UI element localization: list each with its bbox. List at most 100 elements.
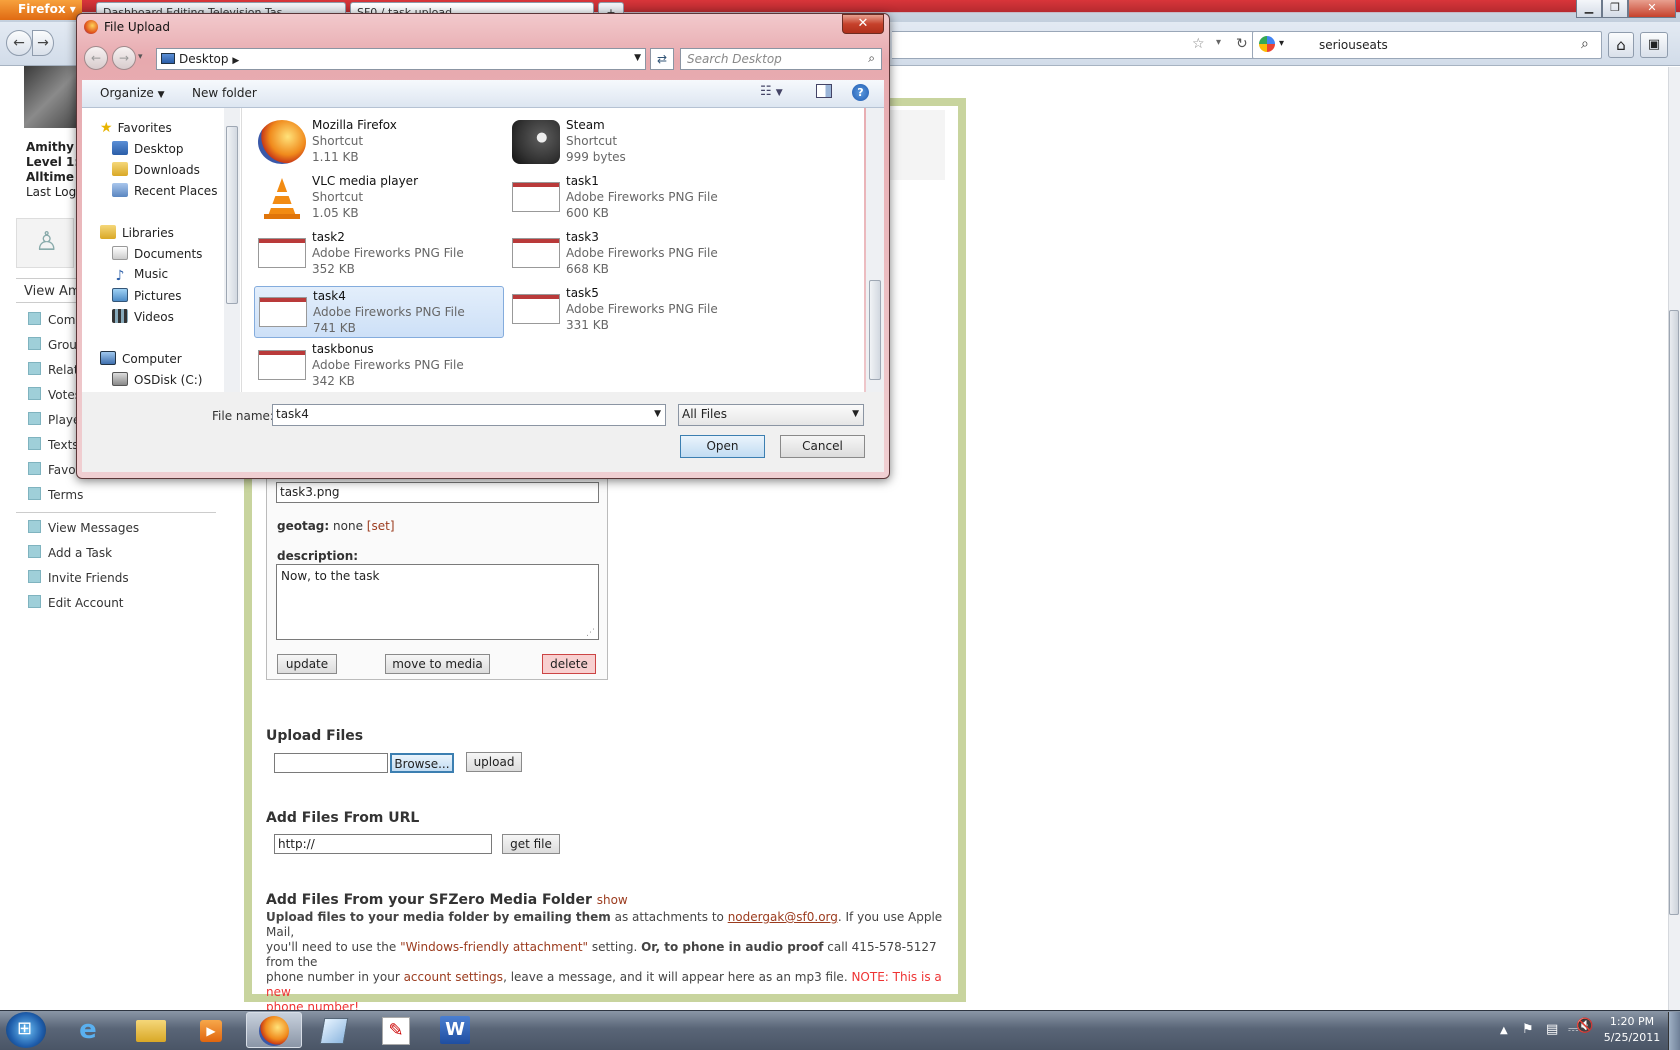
nav-videos[interactable]: Videos [112,309,174,324]
new-folder-button[interactable]: New folder [192,86,257,100]
dialog-search-input[interactable]: Search Desktop ⌕ [680,48,882,70]
media-filename-field[interactable]: task3.png [276,482,599,503]
nav-computer[interactable]: Computer [100,351,182,366]
sidebar-link-add-task[interactable]: Add a Task [28,545,112,560]
user-avatar[interactable] [24,66,80,128]
search-input[interactable]: ▾ seriouseats ⌕ [1252,31,1602,59]
media-show-link[interactable]: show [597,893,628,907]
home-button[interactable]: ⌂ [1608,32,1634,58]
taskbar-ie[interactable]: e [60,1012,116,1048]
file-item-task5[interactable]: task5 Adobe Fireworks PNG File 331 KB [508,284,758,336]
view-section-heading[interactable]: View Am [24,284,81,299]
action-center-flag-icon[interactable]: ⚑ [1522,1022,1534,1037]
cancel-button[interactable]: Cancel [780,435,865,458]
change-view-button[interactable]: ☷ ▼ [760,84,783,99]
nav-downloads[interactable]: Downloads [112,162,200,177]
search-engine-dropdown-icon[interactable]: ▾ [1279,38,1284,49]
delete-button[interactable]: delete [542,654,596,674]
description-textarea[interactable]: Now, to the task ⋰ [276,564,599,640]
upload-button[interactable]: upload [466,752,522,772]
sidebar-link-terms[interactable]: Terms [28,487,83,502]
update-button[interactable]: update [277,654,337,674]
taskbar-word[interactable]: W [428,1012,484,1048]
nav-pane-scrollbar[interactable] [224,108,240,392]
browse-button[interactable]: Browse... [390,753,454,773]
dialog-back-button[interactable]: ← [84,46,108,70]
dialog-close-button[interactable]: ✕ [842,14,884,34]
restore-button[interactable]: ❐ [1602,0,1628,18]
taskbar-media-player[interactable]: ▶ [182,1012,238,1048]
recent-locations-icon[interactable]: ▾ [138,52,143,62]
geotag-set-link[interactable]: [set] [367,519,395,533]
nav-favorites[interactable]: ★ Favorites [100,120,172,136]
account-settings-link[interactable]: account settings [404,970,503,984]
nav-pictures[interactable]: Pictures [112,288,182,303]
move-to-media-button[interactable]: move to media [385,654,490,674]
sidebar-link[interactable]: Grou [28,337,77,352]
taskbar-firefox[interactable] [246,1012,302,1048]
nav-osdisk[interactable]: OSDisk (C:) [112,372,202,387]
file-item-taskbonus[interactable]: taskbonus Adobe Fireworks PNG File 342 KB [254,340,504,392]
file-item-firefox[interactable]: Mozilla Firefox Shortcut 1.11 KB [254,116,504,168]
organize-button[interactable]: Organize ▼ [100,86,165,100]
forward-button[interactable]: → [32,30,54,56]
sidebar-link[interactable]: Favo [28,462,76,477]
open-button[interactable]: Open [680,435,765,458]
file-pane-scroll-thumb[interactable] [869,280,881,380]
sidebar-link[interactable]: Texts [28,437,79,452]
location-desktop[interactable]: Desktop [179,52,229,66]
taskbar-acrobat[interactable]: ✎ [368,1012,424,1048]
file-name-dropdown-icon[interactable]: ▼ [654,409,661,419]
file-name-input[interactable]: task4 ▼ [272,404,666,426]
sidebar-link[interactable]: Votes [28,387,81,402]
url-bar[interactable]: ☆ ▾ ↻ [892,31,1262,59]
show-desktop-button[interactable] [1668,1012,1680,1050]
bookmark-star-icon[interactable]: ☆ [1192,36,1205,52]
volume-muted-icon[interactable]: 🔇 [1576,1018,1593,1034]
help-button[interactable]: ? [852,84,869,101]
file-path-input[interactable] [274,753,388,773]
reload-icon[interactable]: ↻ [1236,36,1248,52]
page-scrollbar-thumb[interactable] [1669,310,1679,915]
sidebar-link[interactable]: Relat [28,362,79,377]
file-type-filter-select[interactable]: All Files ▼ [678,404,864,426]
display-icon[interactable]: ▤ [1546,1022,1558,1037]
breadcrumb-arrow-icon[interactable]: ▶ [232,56,239,66]
sidebar-link-edit-account[interactable]: Edit Account [28,595,124,610]
file-item-task3[interactable]: task3 Adobe Fireworks PNG File 668 KB [508,228,758,280]
file-pane-scrollbar[interactable] [866,108,884,392]
url-input[interactable]: http:// [274,834,492,854]
nav-desktop[interactable]: Desktop [112,141,184,156]
file-item-task4-selected[interactable]: task4 Adobe Fireworks PNG File 741 KB [254,286,504,338]
file-item-task1[interactable]: task1 Adobe Fireworks PNG File 600 KB [508,172,758,224]
sidebar-link-view-messages[interactable]: View Messages [28,520,139,535]
nav-documents[interactable]: Documents [112,246,202,261]
location-dropdown-icon[interactable]: ▼ [634,53,641,63]
media-email-link[interactable]: nodergak@sf0.org [728,910,838,924]
history-dropdown-icon[interactable]: ▾ [1216,37,1221,48]
windows-friendly-link[interactable]: "Windows-friendly attachment" [400,940,588,954]
back-button[interactable]: ← [6,30,32,56]
taskbar-notepad[interactable] [306,1012,362,1048]
minimize-button[interactable]: ▁ [1576,0,1602,18]
sidebar-link-invite-friends[interactable]: Invite Friends [28,570,129,585]
sidebar-link[interactable]: Comp [28,312,83,327]
sidebar-link[interactable]: Playe [28,412,80,427]
search-icon[interactable]: ⌕ [1581,36,1589,52]
close-window-button[interactable]: ✕ [1628,0,1676,18]
nav-recent-places[interactable]: Recent Places [112,183,217,198]
taskbar-explorer[interactable] [122,1012,178,1048]
pawn-badge[interactable]: ♙ [16,218,74,268]
start-button[interactable]: ⊞ [6,1012,46,1048]
location-bar[interactable]: Desktop ▶ ▼ [156,48,646,70]
refresh-button[interactable]: ⇄ [650,48,674,70]
nav-music[interactable]: ♪ Music [112,267,169,284]
get-file-button[interactable]: get file [502,834,560,854]
dialog-forward-button[interactable]: → [112,46,136,70]
firefox-menu-button[interactable]: Firefox ▾ [0,0,82,20]
preview-pane-button[interactable] [816,84,832,98]
file-item-task2[interactable]: task2 Adobe Fireworks PNG File 352 KB [254,228,504,280]
nav-libraries[interactable]: Libraries [100,225,174,240]
show-hidden-icons[interactable]: ▲ [1500,1025,1508,1036]
file-item-steam[interactable]: Steam Shortcut 999 bytes [508,116,758,168]
